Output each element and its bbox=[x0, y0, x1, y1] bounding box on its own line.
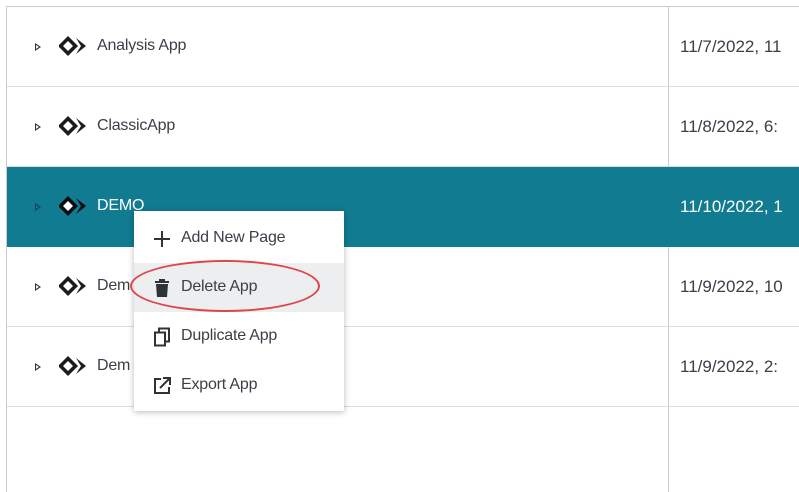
app-row-analysis-app[interactable]: Analysis App 11/7/2022, 11 bbox=[7, 7, 799, 87]
app-name[interactable]: Dem bbox=[97, 277, 130, 295]
app-logo-icon bbox=[59, 36, 86, 56]
app-name[interactable]: ClassicApp bbox=[97, 117, 175, 135]
expand-arrow-icon[interactable] bbox=[35, 203, 41, 211]
app-name[interactable]: Analysis App bbox=[97, 37, 186, 55]
menu-item-label: Add New Page bbox=[181, 229, 286, 246]
app-name[interactable]: Dem bbox=[97, 357, 130, 375]
app-modified-date: 11/8/2022, 6: bbox=[680, 117, 778, 136]
expand-arrow-icon[interactable] bbox=[35, 283, 41, 291]
app-modified-date: 11/9/2022, 2: bbox=[680, 357, 778, 376]
app-logo-icon bbox=[59, 116, 86, 136]
menu-item-delete-app[interactable]: Delete App bbox=[134, 263, 344, 312]
menu-item-add-new-page[interactable]: Add New Page bbox=[134, 214, 344, 263]
trash-icon bbox=[155, 279, 169, 297]
expand-arrow-icon[interactable] bbox=[35, 123, 41, 131]
app-row-demo[interactable]: DEMO 11/10/2022, 1 bbox=[7, 167, 799, 247]
expand-arrow-icon[interactable] bbox=[35, 43, 41, 51]
app-modified-date: 11/10/2022, 1 bbox=[680, 197, 783, 216]
app-modified-date: 11/9/2022, 10 bbox=[680, 277, 783, 296]
duplicate-icon bbox=[154, 327, 170, 347]
menu-item-export-app[interactable]: Export App bbox=[134, 361, 344, 410]
menu-item-label: Duplicate App bbox=[181, 327, 278, 344]
app-row-dem-2[interactable]: Dem 11/9/2022, 2: bbox=[7, 327, 799, 407]
app-logo-icon bbox=[59, 356, 86, 376]
app-list-panel: Analysis App 11/7/2022, 11 ClassicApp 11… bbox=[6, 6, 799, 492]
menu-item-label: Export App bbox=[181, 376, 258, 393]
menu-item-duplicate-app[interactable]: Duplicate App bbox=[134, 312, 344, 361]
menu-item-label: Delete App bbox=[181, 278, 258, 295]
export-icon bbox=[154, 377, 171, 394]
expand-arrow-icon[interactable] bbox=[35, 363, 41, 371]
app-context-menu: Add New Page Delete App Duplicate App Ex… bbox=[134, 211, 344, 411]
plus-icon bbox=[154, 231, 170, 247]
app-logo-icon bbox=[59, 276, 86, 296]
app-row-dem-1[interactable]: Dem 11/9/2022, 10 bbox=[7, 247, 799, 327]
app-modified-date: 11/7/2022, 11 bbox=[680, 37, 782, 56]
app-logo-icon bbox=[59, 196, 86, 216]
app-row-classicapp[interactable]: ClassicApp 11/8/2022, 6: bbox=[7, 87, 799, 167]
